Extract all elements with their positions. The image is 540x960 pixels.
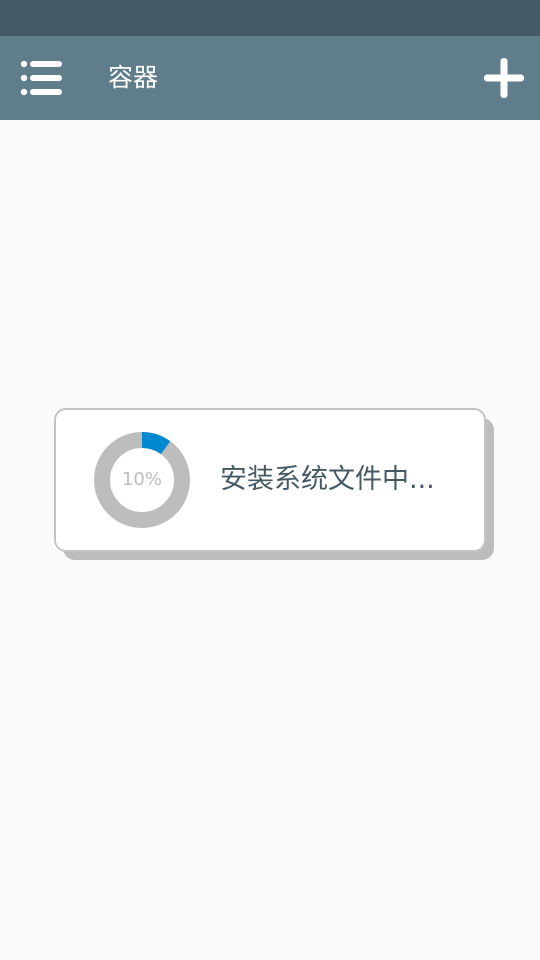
add-container-button[interactable] (482, 56, 526, 100)
page-title: 容器 (108, 63, 159, 92)
loading-dialog: 10% 安装系统文件中... (54, 408, 486, 552)
app-bar: 容器 (0, 36, 540, 120)
progress-percent: 10% (121, 469, 162, 490)
status-bar (0, 0, 540, 36)
list-menu-icon (20, 60, 62, 96)
menu-button[interactable] (20, 58, 64, 98)
loading-message: 安装系统文件中... (220, 464, 435, 495)
plus-icon (484, 58, 524, 98)
